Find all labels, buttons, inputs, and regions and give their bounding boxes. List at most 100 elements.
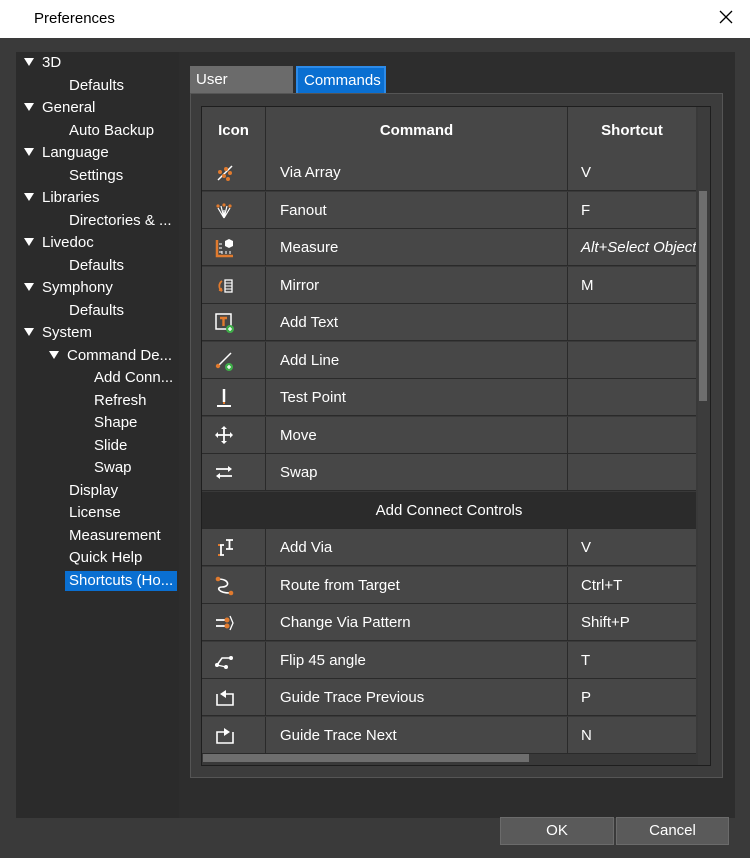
close-icon[interactable] bbox=[716, 7, 736, 27]
tree-item-label: Command De... bbox=[67, 346, 173, 364]
command-cell: Test Point bbox=[266, 379, 568, 416]
command-cell: Fanout bbox=[266, 191, 568, 229]
expand-arrow-icon[interactable] bbox=[24, 58, 34, 66]
cancel-button[interactable]: Cancel bbox=[616, 817, 729, 845]
expand-arrow-icon[interactable] bbox=[24, 193, 34, 201]
guide-trace-next-icon bbox=[216, 727, 234, 744]
shortcut-cell[interactable] bbox=[568, 379, 696, 416]
tab-user-interface[interactable]: User Interface bbox=[190, 66, 293, 115]
fanout-icon bbox=[216, 202, 232, 218]
table-row[interactable]: Add Text bbox=[202, 304, 696, 341]
tree-item[interactable]: Quick Help bbox=[69, 547, 142, 569]
add-via-icon bbox=[218, 539, 233, 556]
tree-item-label: Settings bbox=[69, 166, 124, 184]
shortcut-cell[interactable]: T bbox=[568, 642, 696, 679]
tree-item[interactable]: Swap bbox=[94, 457, 132, 479]
tree-item[interactable]: Shortcuts (Ho... bbox=[65, 570, 178, 592]
command-cell: Route from Target bbox=[266, 566, 568, 604]
tree-item-label: Symphony bbox=[42, 279, 113, 296]
tree-item[interactable]: Add Conn... bbox=[94, 367, 173, 389]
icon-cell bbox=[202, 229, 266, 266]
ok-button[interactable]: OK bbox=[500, 817, 614, 845]
command-cell: Via Array bbox=[266, 154, 568, 191]
shortcut-cell[interactable]: N bbox=[568, 717, 696, 754]
flip-45-angle-icon bbox=[215, 655, 233, 669]
table-row[interactable]: Fanout F bbox=[202, 191, 696, 229]
tree-item[interactable]: Refresh bbox=[94, 390, 147, 412]
table-row[interactable]: Swap bbox=[202, 454, 696, 491]
shortcut-cell[interactable] bbox=[568, 417, 696, 454]
icon-cell bbox=[202, 641, 266, 679]
shortcut-cell[interactable]: Ctrl+T bbox=[568, 567, 696, 604]
add-line-icon bbox=[215, 351, 233, 371]
icon-cell bbox=[202, 154, 266, 191]
table-row[interactable]: Test Point bbox=[202, 379, 696, 416]
expand-arrow-icon[interactable] bbox=[49, 350, 59, 359]
table-row[interactable]: Add Via V bbox=[202, 529, 696, 566]
tab-commands[interactable]: Commands bbox=[296, 66, 386, 93]
shortcut-cell[interactable]: M bbox=[568, 267, 696, 304]
add-text-icon bbox=[215, 313, 234, 333]
expand-arrow-icon[interactable] bbox=[24, 103, 34, 111]
tree-item[interactable]: Measurement bbox=[69, 525, 161, 547]
table-row[interactable]: Via Array V bbox=[202, 154, 696, 191]
tree-item[interactable]: 3D bbox=[24, 52, 61, 74]
expand-arrow-icon[interactable] bbox=[24, 238, 34, 246]
icon-cell bbox=[202, 566, 266, 604]
tree-item[interactable]: Language bbox=[24, 142, 109, 164]
icon-cell bbox=[202, 304, 266, 341]
tree-item[interactable]: System bbox=[24, 322, 92, 344]
tree-item[interactable]: Settings bbox=[69, 165, 123, 187]
expand-arrow-icon[interactable] bbox=[24, 283, 34, 291]
table-header: Icon Command Shortcut bbox=[202, 107, 696, 154]
tree-item[interactable]: Defaults bbox=[69, 255, 124, 277]
tree-item[interactable]: Auto Backup bbox=[69, 120, 154, 142]
tree-item[interactable]: Libraries bbox=[24, 187, 100, 209]
column-header-shortcut[interactable]: Shortcut bbox=[568, 107, 696, 154]
tree-item[interactable]: Symphony bbox=[24, 277, 113, 299]
table-row[interactable]: Guide Trace Next N bbox=[202, 716, 696, 754]
tree-item[interactable]: Defaults bbox=[69, 75, 124, 97]
preferences-tree: 3D Defaults General Auto Backup Language Sett… bbox=[16, 52, 179, 818]
command-cell: Guide Trace Previous bbox=[266, 679, 568, 716]
expand-arrow-icon[interactable] bbox=[24, 148, 34, 156]
tree-item-label: Shortcuts (Ho... bbox=[65, 570, 178, 591]
shortcut-cell[interactable]: V bbox=[568, 154, 696, 191]
guide-trace-previous-icon bbox=[216, 690, 234, 706]
tree-item[interactable]: Directories & ... bbox=[69, 210, 172, 232]
tree-item[interactable]: Livedoc bbox=[24, 232, 94, 254]
table-row[interactable]: Flip 45 angle T bbox=[202, 641, 696, 679]
tree-item[interactable]: License bbox=[69, 502, 121, 524]
shortcut-cell[interactable]: P bbox=[568, 679, 696, 716]
shortcut-cell[interactable]: V bbox=[568, 529, 696, 566]
table-row[interactable]: Change Via Pattern Shift+P bbox=[202, 604, 696, 641]
column-header-icon[interactable]: Icon bbox=[202, 107, 266, 154]
shortcut-cell[interactable]: Alt+Select Objects bbox=[568, 229, 696, 266]
tree-item[interactable]: Defaults bbox=[69, 300, 124, 322]
table-row[interactable]: Route from Target Ctrl+T bbox=[202, 566, 696, 604]
shortcut-cell[interactable] bbox=[568, 342, 696, 379]
tree-item[interactable]: Slide bbox=[94, 435, 127, 457]
table-row[interactable]: Add Line bbox=[202, 341, 696, 379]
expand-arrow-icon[interactable] bbox=[24, 328, 34, 336]
table-row[interactable]: Guide Trace Previous P bbox=[202, 679, 696, 716]
table-row[interactable]: Mirror M bbox=[202, 266, 696, 304]
tree-item[interactable]: Shape bbox=[94, 412, 137, 434]
tree-item-label: Swap bbox=[94, 459, 132, 476]
tree-item[interactable]: Command De... bbox=[49, 345, 172, 367]
tree-item-label: Defaults bbox=[69, 301, 125, 319]
icon-cell bbox=[202, 679, 266, 716]
shortcut-cell[interactable]: Shift+P bbox=[568, 604, 696, 641]
vertical-scrollbar-thumb[interactable] bbox=[699, 191, 707, 401]
swap-icon bbox=[216, 466, 232, 479]
shortcut-cell[interactable] bbox=[568, 454, 696, 491]
tree-item[interactable]: Display bbox=[69, 480, 118, 502]
tree-item[interactable]: General bbox=[24, 97, 95, 119]
shortcut-cell[interactable]: F bbox=[568, 192, 696, 229]
table-row[interactable]: Measure Alt+Select Objects bbox=[202, 229, 696, 266]
horizontal-scrollbar-thumb[interactable] bbox=[203, 754, 529, 762]
column-header-command[interactable]: Command bbox=[266, 107, 568, 154]
shortcut-cell[interactable] bbox=[568, 304, 696, 341]
table-row[interactable]: Move bbox=[202, 416, 696, 454]
tree-item-label: Libraries bbox=[42, 189, 100, 206]
